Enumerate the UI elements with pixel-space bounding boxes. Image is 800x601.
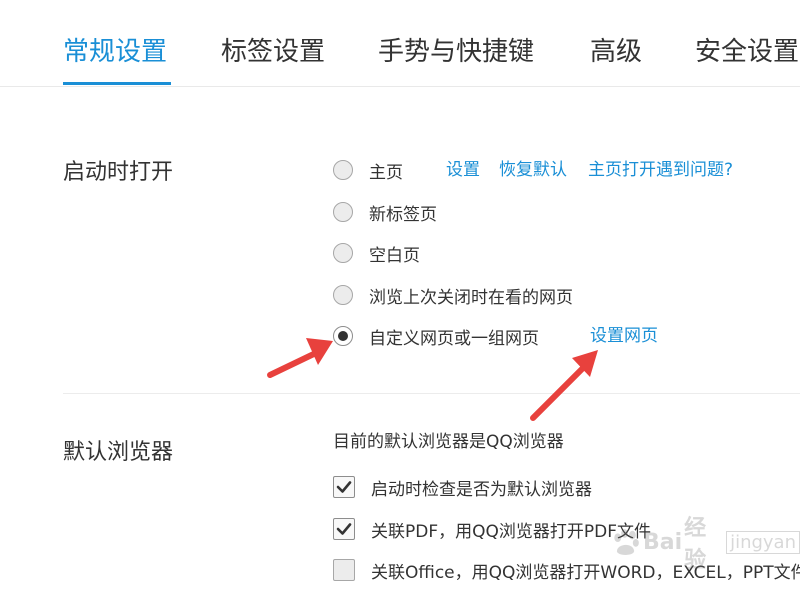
default-browser-status: 目前的默认浏览器是QQ浏览器 [333, 432, 564, 452]
radio-button[interactable] [333, 285, 353, 305]
settings-tab-bar: 常规设置 标签设置 手势与快捷键 高级 安全设置 [0, 0, 800, 87]
watermark-text: Bai [643, 529, 683, 555]
arrow-to-set-pages-link [530, 350, 598, 421]
paw-logo-icon [614, 529, 639, 555]
option-label: 主页 [369, 162, 403, 183]
tab-security[interactable]: 安全设置 [695, 34, 799, 70]
baidu-jingyan-watermark: Bai 经验 jingyan [610, 510, 800, 574]
option-label: 空白页 [369, 245, 420, 266]
section-divider [63, 393, 800, 394]
option-label: 自定义网页或一组网页 [369, 328, 539, 349]
radio-button[interactable] [333, 160, 353, 180]
watermark-box: jingyan [726, 530, 800, 554]
checkbox-checked[interactable] [333, 518, 355, 540]
check-default-on-startup[interactable]: 启动时检查是否为默认浏览器 [333, 475, 592, 500]
arrow-to-custom-radio [267, 338, 333, 378]
startup-option-restore-last[interactable]: 浏览上次关闭时在看的网页 [333, 283, 573, 308]
tab-tabs-settings[interactable]: 标签设置 [221, 34, 325, 70]
checkbox-unchecked[interactable] [333, 559, 355, 581]
startup-section-title: 启动时打开 [63, 160, 174, 185]
radio-button[interactable] [333, 243, 353, 263]
tab-general[interactable]: 常规设置 [63, 34, 167, 70]
active-tab-underline [63, 82, 171, 85]
option-label: 关联PDF，用QQ浏览器打开PDF文件 [371, 521, 652, 542]
default-browser-section-title: 默认浏览器 [63, 440, 174, 465]
watermark-brand: 经验 [684, 516, 707, 573]
tab-advanced[interactable]: 高级 [590, 34, 642, 70]
checkmark-icon [336, 481, 352, 493]
option-label: 浏览上次关闭时在看的网页 [369, 287, 573, 308]
startup-option-new-tab[interactable]: 新标签页 [333, 200, 437, 225]
associate-pdf-option[interactable]: 关联PDF，用QQ浏览器打开PDF文件 [333, 517, 652, 542]
restore-default-link[interactable]: 恢复默认 [499, 158, 567, 182]
checkmark-icon [336, 523, 352, 535]
set-pages-link[interactable]: 设置网页 [590, 324, 658, 348]
option-label: 启动时检查是否为默认浏览器 [371, 479, 592, 500]
startup-option-custom-pages[interactable]: 自定义网页或一组网页 [333, 324, 539, 349]
option-label: 新标签页 [369, 204, 437, 225]
radio-button[interactable] [333, 202, 353, 222]
startup-option-blank[interactable]: 空白页 [333, 241, 420, 266]
homepage-problem-link[interactable]: 主页打开遇到问题? [588, 158, 733, 182]
checkbox-checked[interactable] [333, 476, 355, 498]
radio-button-selected[interactable] [333, 326, 353, 346]
homepage-settings-link[interactable]: 设置 [446, 158, 480, 182]
startup-option-homepage[interactable]: 主页 [333, 158, 403, 183]
tab-gestures-shortcuts[interactable]: 手势与快捷键 [378, 34, 534, 70]
